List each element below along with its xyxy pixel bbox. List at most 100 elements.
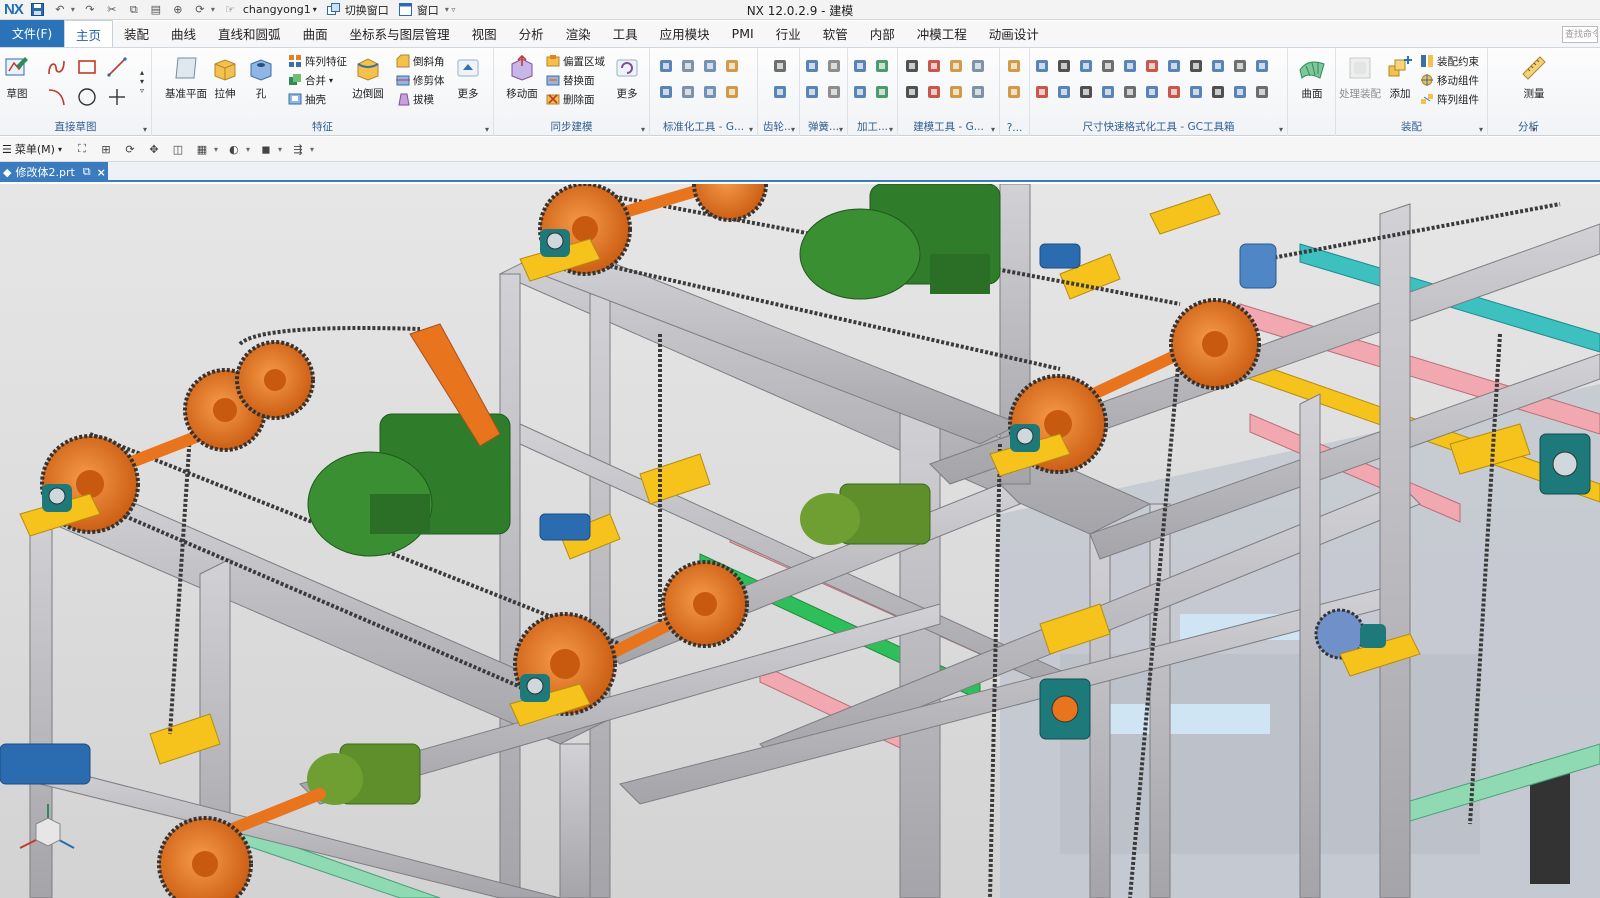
rectangle-icon[interactable] [76,56,98,78]
wave-icon[interactable] [970,84,986,100]
save-icon[interactable] [30,3,46,17]
selection-filter-dropdown-icon[interactable]: ▾ [310,145,314,154]
spring-icon[interactable] [804,58,820,74]
compression-spring-icon[interactable] [826,84,842,100]
compression-spring-icon[interactable] [826,58,842,74]
dimension-format-icon[interactable] [1056,84,1072,100]
undo-dropdown-icon[interactable]: ▾ [71,5,75,14]
assembly-constraint-button[interactable]: 装配约束 [1420,52,1479,70]
render-style-icon[interactable]: ◐ [226,142,242,156]
sketch-tool-icon[interactable] [926,84,942,100]
view-triad[interactable] [19,804,75,849]
washer-icon[interactable] [724,58,740,74]
shaded-cube-icon[interactable]: ◼ [258,142,274,156]
replace-face-button[interactable]: 替换面 [546,71,595,89]
measure-button[interactable]: 测量 [1512,52,1556,108]
touch-mode-icon[interactable]: ☞ [222,3,238,17]
window-dropdown-icon[interactable]: ▾ ▿ [445,5,456,14]
tolerance-icon[interactable] [1188,58,1204,74]
tab-pmi[interactable]: PMI [721,20,765,47]
circle-icon[interactable] [76,86,98,108]
file-menu-button[interactable]: 文件(F) [0,20,64,47]
draft-button[interactable]: 拔模 [396,90,434,108]
extract-icon[interactable] [948,58,964,74]
nut-icon[interactable] [702,84,718,100]
dimension-format-icon[interactable] [1166,58,1182,74]
line-icon[interactable] [106,56,128,78]
render-style-dropdown-icon[interactable]: ▾ [246,145,250,154]
arc-icon[interactable] [46,86,68,108]
dimension-format-icon[interactable] [1034,58,1050,74]
datum-plane-button[interactable]: 基准平面 [164,52,208,108]
triangle-icon[interactable] [904,84,920,100]
bolt-icon[interactable] [680,84,696,100]
profile-icon[interactable] [46,56,68,78]
fit-icon[interactable] [1100,58,1116,74]
diameter-icon[interactable] [1144,84,1160,100]
diameter-icon[interactable] [1254,58,1270,74]
process-assembly-button[interactable]: 处理装配 [1338,52,1382,108]
tolerance-icon[interactable] [1210,84,1226,100]
point-icon[interactable] [106,86,128,108]
hole-button[interactable]: 孔 [244,52,278,108]
wave-icon[interactable] [970,58,986,74]
reset-icon[interactable] [1034,84,1050,100]
detach-tab-icon[interactable]: ⧉ [83,165,91,179]
machining-icon[interactable] [852,58,868,74]
repeat-dropdown-icon[interactable]: ▾ [211,5,215,14]
help-tool-icon[interactable] [1006,84,1022,100]
sketch-button[interactable]: 草图 [0,52,34,108]
command-search-input[interactable]: 查找命令 [1562,26,1598,43]
view-orientation-icon[interactable]: ▦ [194,142,210,156]
edge-blend-button[interactable]: 边倒圆 [348,52,388,108]
unite-button[interactable]: 合并 ▾ [288,71,333,89]
fit-icon[interactable] [1254,84,1270,100]
pan-icon[interactable]: ✥ [146,142,162,156]
undo-icon[interactable]: ↶ [52,3,68,17]
copy-icon[interactable]: ⧉ [126,3,142,17]
decimal-icon[interactable] [1100,84,1116,100]
window-icon[interactable] [398,3,414,17]
unite-dropdown-icon[interactable]: ▾ [329,76,333,85]
tab-industry[interactable]: 行业 [765,20,812,47]
offset-region-button[interactable]: 偏置区域 [546,52,605,70]
view-orientation-dropdown-icon[interactable]: ▾ [214,145,218,154]
chamfer-button[interactable]: 倒斜角 [396,52,445,70]
nut-icon[interactable] [702,58,718,74]
tab-curve[interactable]: 曲线 [160,20,207,47]
gear-tooth-icon[interactable] [772,84,788,100]
rotate-icon[interactable]: ⟳ [122,142,138,156]
tab-internal[interactable]: 内部 [859,20,906,47]
tab-render[interactable]: 渲染 [555,20,602,47]
dimension-format-icon[interactable] [1188,84,1204,100]
fit-icon[interactable] [1122,84,1138,100]
fit-icon[interactable] [1232,58,1248,74]
tab-tools[interactable]: 工具 [602,20,649,47]
shaded-cube-dropdown-icon[interactable]: ▾ [278,145,282,154]
decimal-icon[interactable] [1210,58,1226,74]
tab-csys-layers[interactable]: 坐标系与图层管理 [339,20,461,47]
add-component-button[interactable]: 添加 [1382,52,1418,108]
pattern-component-button[interactable]: 阵列组件 [1420,90,1479,108]
document-tab[interactable]: ◆ 修改体2.prt ⧉ × [0,162,108,182]
delete-face-button[interactable]: 删除面 [546,90,595,108]
tab-assembly[interactable]: 装配 [113,20,160,47]
gear-icon[interactable] [772,58,788,74]
move-face-button[interactable]: 移动面 [500,52,544,108]
repeat-command-icon[interactable]: ⟳ [192,3,208,17]
role-selector[interactable]: changyong1 ▾ [243,3,317,16]
standard-part-icon[interactable] [658,84,674,100]
sketch-tool-icon[interactable] [926,58,942,74]
tolerance-icon[interactable] [1078,84,1094,100]
close-icon[interactable]: × [97,166,106,179]
standard-part-icon[interactable] [658,58,674,74]
window-menu-button[interactable]: 窗口 [417,2,439,18]
tab-surface[interactable]: 曲面 [292,20,339,47]
graphics-viewport[interactable] [0,184,1600,898]
tab-application[interactable]: 应用模块 [649,20,721,47]
drill-icon[interactable] [874,58,890,74]
drill-icon[interactable] [874,84,890,100]
machining-icon[interactable] [852,84,868,100]
extrude-button[interactable]: 拉伸 [206,52,244,108]
switch-window-button[interactable]: 切换窗口 [345,2,389,18]
